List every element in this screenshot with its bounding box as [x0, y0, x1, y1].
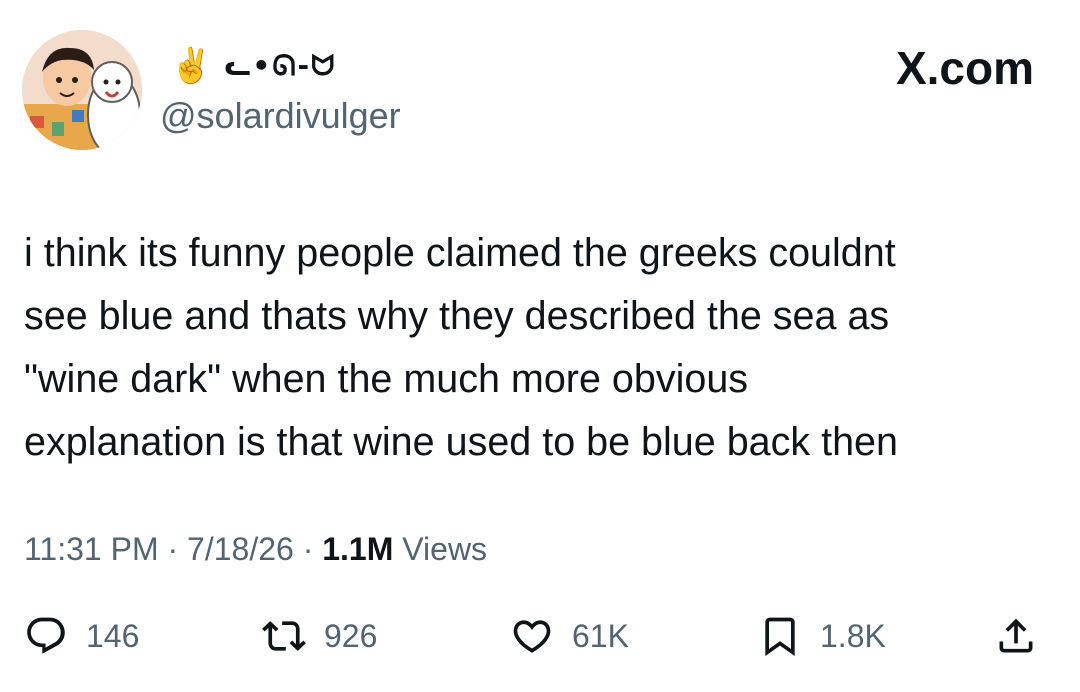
tweet-text: i think its funny people claimed the gre…	[24, 231, 898, 464]
tweet-actions: 146 926 61K 1.8K	[0, 612, 1080, 660]
repost-icon	[262, 621, 306, 651]
share-button[interactable]	[994, 612, 1038, 660]
repost-count: 926	[324, 618, 378, 654]
tweet-date[interactable]: 7/18/26	[187, 531, 294, 567]
tweet-meta: 11:31 PM · 7/18/26 · 1.1M Views	[24, 530, 487, 568]
avatar-illustration	[22, 30, 142, 150]
display-name-row[interactable]: ✌️ ᓚ•ᘏ-ᗢ	[170, 42, 336, 90]
share-icon	[999, 618, 1033, 653]
brand-label: X.com	[895, 42, 1034, 94]
like-button[interactable]: 61K	[510, 612, 629, 660]
meta-separator: ·	[302, 531, 314, 567]
views-label: Views	[402, 531, 488, 567]
reply-button[interactable]: 146	[24, 612, 139, 660]
like-count: 61K	[572, 618, 629, 654]
bookmark-button[interactable]: 1.8K	[758, 612, 886, 660]
display-name: ᓚ•ᘏ-ᗢ	[224, 49, 337, 82]
avatar[interactable]	[22, 30, 142, 150]
meta-separator: ·	[167, 531, 179, 567]
victory-hand-emoji: ✌️	[170, 46, 213, 86]
bookmark-icon	[765, 617, 795, 657]
bookmark-count: 1.8K	[820, 618, 886, 654]
user-handle[interactable]: @solardivulger	[160, 96, 401, 136]
tweet-time[interactable]: 11:31 PM	[24, 531, 159, 567]
reply-count: 146	[86, 618, 140, 654]
heart-icon	[513, 620, 551, 653]
repost-button[interactable]: 926	[262, 612, 377, 660]
reply-icon	[27, 617, 65, 654]
views-count: 1.1M	[322, 531, 394, 567]
